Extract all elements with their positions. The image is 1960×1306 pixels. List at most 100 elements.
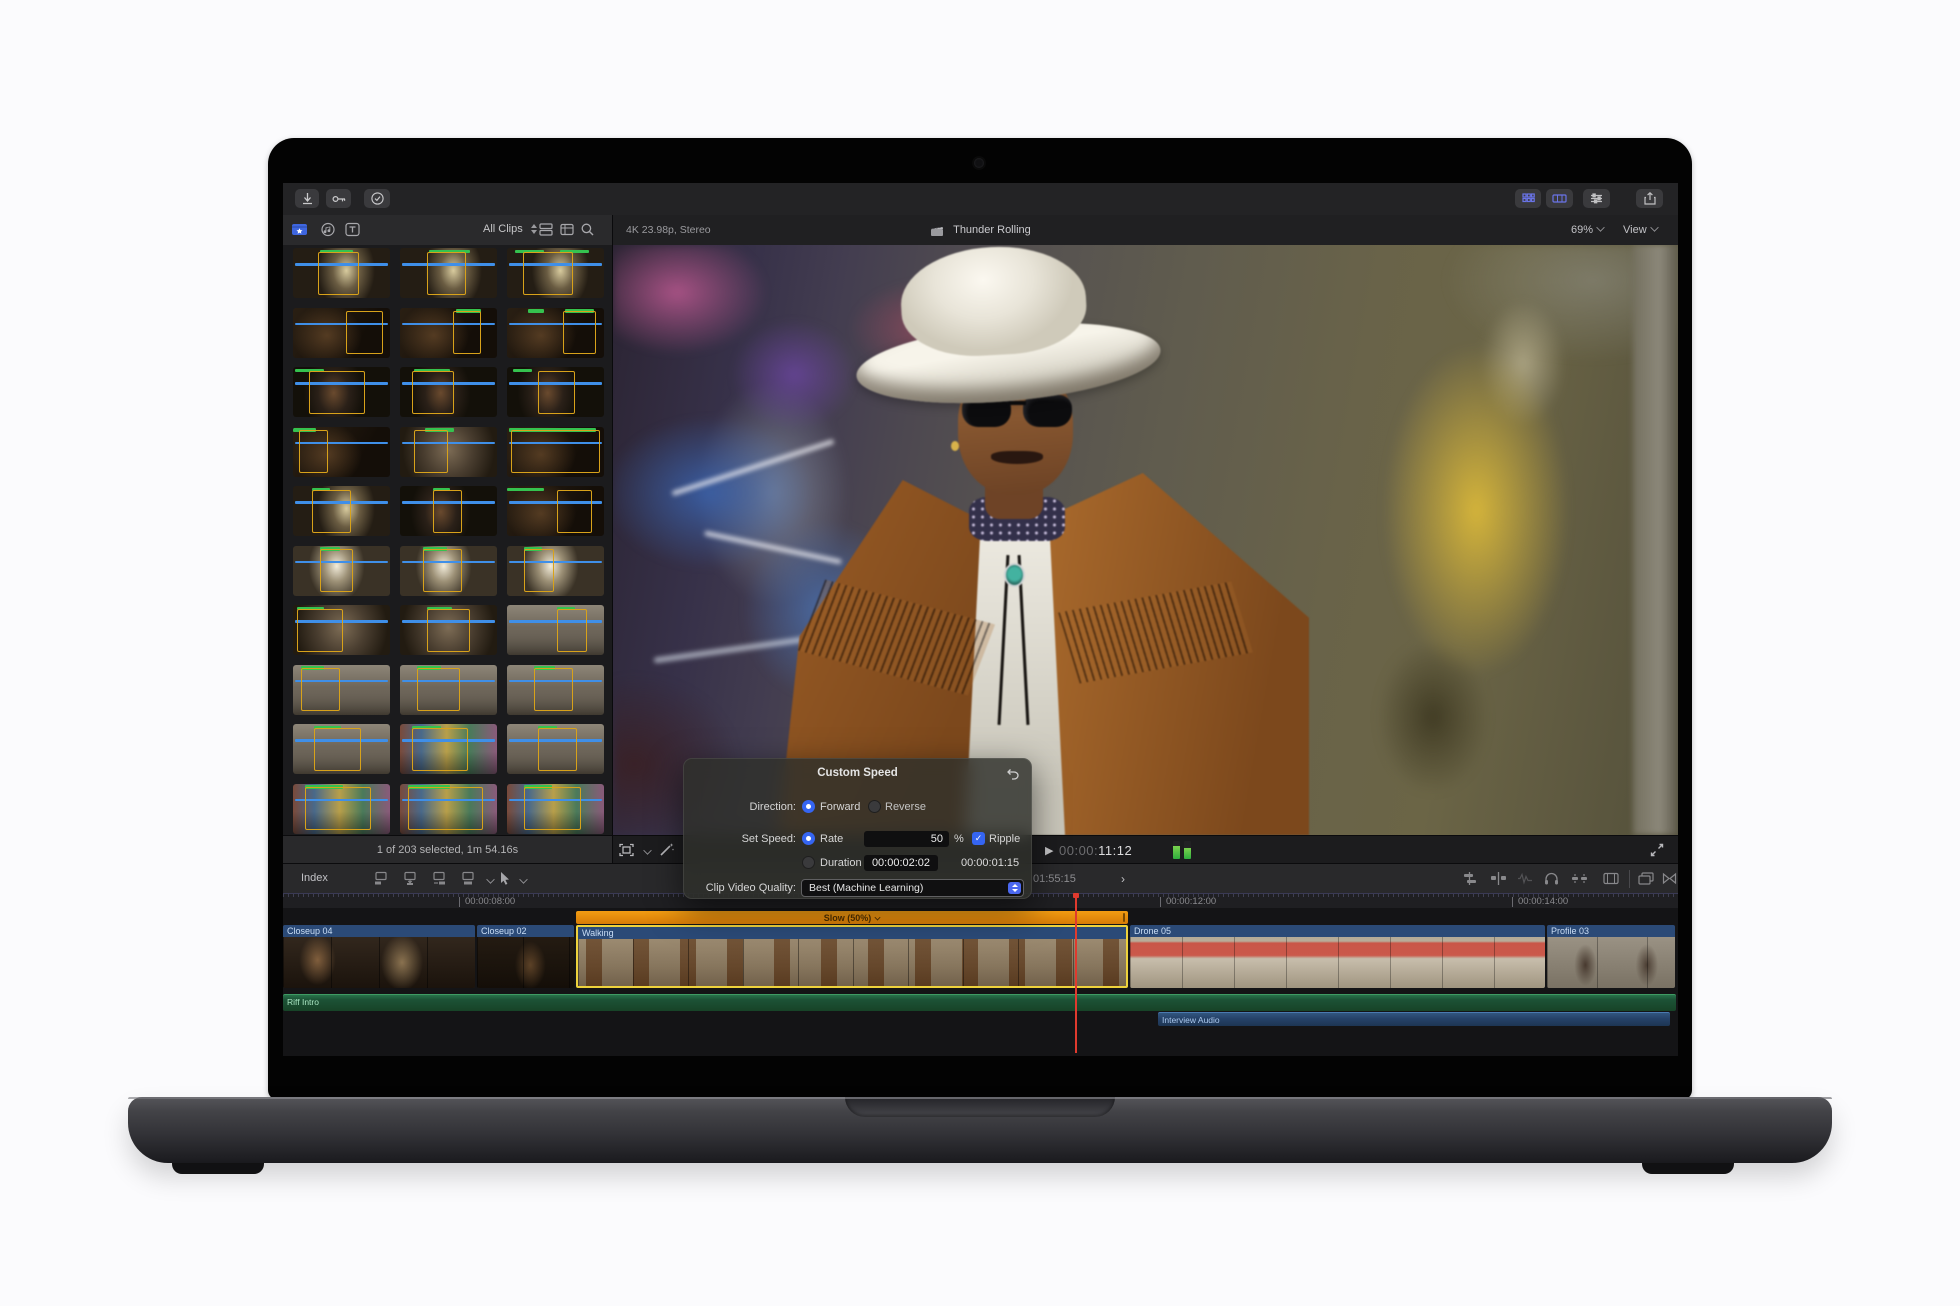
audio-clip-riff-intro[interactable]: Riff Intro: [283, 994, 1676, 1011]
skimming-bowtie-icon[interactable]: [1662, 871, 1677, 886]
clip-thumbnail[interactable]: [507, 308, 604, 358]
import-media-button[interactable]: [295, 189, 319, 208]
ripple-label[interactable]: Ripple: [989, 833, 1020, 845]
reset-undo-icon[interactable]: [1006, 768, 1019, 780]
chevron-down-icon[interactable]: [486, 875, 494, 883]
rate-label[interactable]: Rate: [820, 833, 843, 845]
viewer-video[interactable]: [613, 245, 1678, 835]
clip-thumbnail[interactable]: [293, 367, 390, 417]
timeline-clip-drone-05[interactable]: Drone 05: [1130, 925, 1545, 988]
insert-edit-icon[interactable]: [402, 871, 418, 886]
clip-thumbnail[interactable]: [400, 248, 497, 298]
clip-thumbnail[interactable]: [400, 665, 497, 715]
clip-thumbnail[interactable]: [400, 784, 497, 834]
clip-thumbnail[interactable]: [293, 308, 390, 358]
clip-thumbnail[interactable]: [293, 605, 390, 655]
timeline-clip-closeup-02[interactable]: Closeup 02: [477, 925, 574, 988]
clip-thumbnail[interactable]: [293, 665, 390, 715]
selection-range: [417, 668, 460, 711]
trim-tool-icon[interactable]: [1463, 871, 1480, 886]
audio-ducking-icon[interactable]: [1571, 871, 1588, 886]
video-quality-select[interactable]: Best (Machine Learning): [801, 879, 1024, 897]
keywords-button[interactable]: [326, 189, 351, 208]
audio-clip-interview-audio[interactable]: Interview Audio: [1158, 1012, 1670, 1026]
clip-thumbnail[interactable]: [400, 486, 497, 536]
view-label: View: [1623, 224, 1647, 236]
pointer-tool-icon[interactable]: [499, 871, 511, 886]
clip-thumbnail[interactable]: [293, 784, 390, 834]
share-button[interactable]: [1636, 189, 1663, 208]
clip-thumbnail[interactable]: [507, 367, 604, 417]
current-timecode[interactable]: 00:00:11:12: [1059, 843, 1132, 858]
used-media-indicator: [509, 561, 602, 564]
clip-thumbnail[interactable]: [293, 248, 390, 298]
chevron-right-icon[interactable]: ›: [1121, 872, 1125, 886]
clip-thumbnail[interactable]: [507, 248, 604, 298]
ripple-checkbox[interactable]: ✓: [972, 832, 985, 845]
selection-range: [538, 371, 575, 414]
popover-title: Custom Speed: [684, 767, 1031, 779]
clip-thumbnail[interactable]: [507, 724, 604, 774]
overwrite-edit-icon[interactable]: [460, 871, 476, 886]
rate-unit: %: [954, 833, 964, 845]
append-edit-icon[interactable]: [431, 871, 447, 886]
reverse-label[interactable]: Reverse: [885, 801, 926, 813]
clip-thumbnail[interactable]: [293, 724, 390, 774]
reverse-radio[interactable]: [868, 800, 881, 813]
enhancements-wand-button[interactable]: [659, 842, 675, 857]
clip-thumbnail[interactable]: [400, 308, 497, 358]
audio-meter-right[interactable]: [1184, 841, 1191, 859]
chevron-down-icon[interactable]: [519, 875, 527, 883]
browser-panel-button[interactable]: [1515, 189, 1541, 208]
duration-radio[interactable]: [802, 856, 815, 869]
timeline-clip-closeup-04[interactable]: Closeup 04: [283, 925, 475, 988]
zoom-dropdown[interactable]: 69%: [1571, 224, 1604, 236]
clip-thumbnail[interactable]: [400, 367, 497, 417]
rate-input[interactable]: 50: [864, 831, 949, 847]
clip-thumbnail[interactable]: [400, 724, 497, 774]
clip-align-icon[interactable]: [1490, 871, 1507, 886]
clip-filmstrip: [283, 937, 475, 988]
index-button[interactable]: Index: [301, 872, 328, 884]
browser-status-bar: 1 of 203 selected, 1m 54.16s: [283, 835, 613, 864]
audio-waveform-icon[interactable]: [1517, 871, 1533, 886]
chevron-down-icon[interactable]: [643, 846, 651, 854]
connect-edit-icon[interactable]: [373, 871, 389, 886]
clip-thumbnail[interactable]: [507, 427, 604, 477]
clip-thumbnail[interactable]: [400, 605, 497, 655]
clip-thumbnail[interactable]: [507, 486, 604, 536]
selection-range: [524, 787, 580, 830]
timeline-clip-walking[interactable]: Walking: [576, 925, 1128, 988]
crop-tool-button[interactable]: [619, 843, 634, 857]
filmstrip-icon[interactable]: [1603, 871, 1619, 886]
inspector-button[interactable]: [1583, 189, 1610, 208]
timeline-panel-button[interactable]: [1546, 189, 1573, 208]
forward-label[interactable]: Forward: [820, 801, 860, 813]
playhead[interactable]: [1075, 893, 1077, 1053]
clip-thumbnail[interactable]: [507, 784, 604, 834]
headphones-icon[interactable]: [1544, 871, 1559, 886]
clip-thumbnail[interactable]: [507, 546, 604, 596]
forward-radio[interactable]: [802, 800, 815, 813]
duration-input[interactable]: 00:00:02:02: [864, 855, 938, 871]
clip-thumbnail[interactable]: [507, 665, 604, 715]
play-button[interactable]: ▶: [1045, 844, 1053, 857]
timeline-clip-profile-03[interactable]: Profile 03: [1547, 925, 1675, 988]
retime-bar[interactable]: Slow (50%): [576, 911, 1128, 924]
clip-thumbnail[interactable]: [507, 605, 604, 655]
show-windows-icon[interactable]: [1638, 871, 1654, 886]
audio-meter-left[interactable]: [1173, 841, 1180, 859]
clip-thumbnail[interactable]: [293, 486, 390, 536]
fullscreen-expand-icon[interactable]: [1650, 843, 1664, 857]
duration-label[interactable]: Duration: [820, 857, 862, 869]
man-in-cowboy-hat: [613, 245, 1678, 835]
mustache: [991, 451, 1043, 464]
clip-thumbnail[interactable]: [400, 546, 497, 596]
background-tasks-button[interactable]: [364, 189, 390, 208]
rate-radio[interactable]: [802, 832, 815, 845]
view-dropdown[interactable]: View: [1623, 224, 1658, 236]
clip-thumbnail[interactable]: [293, 546, 390, 596]
clip-thumbnail[interactable]: [400, 427, 497, 477]
clip-thumbnail[interactable]: [293, 427, 390, 477]
retime-label: Slow (50%): [824, 913, 872, 923]
